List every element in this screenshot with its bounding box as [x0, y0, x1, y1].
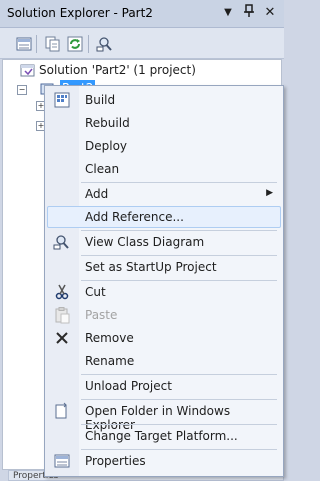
menu-label: Remove — [85, 331, 134, 345]
menu-item-properties[interactable]: Properties — [47, 450, 281, 472]
menu-label: Rename — [85, 354, 135, 368]
menu-label: Rebuild — [85, 116, 130, 130]
collapse-icon[interactable]: − — [17, 85, 27, 95]
menu-item-unload-project[interactable]: Unload Project — [47, 375, 281, 397]
menu-label: Add — [85, 187, 109, 201]
menu-item-add-reference[interactable]: Add Reference... — [47, 206, 281, 228]
menu-item-change-target-platform[interactable]: Change Target Platform... — [47, 425, 281, 447]
show-all-files-icon[interactable] — [44, 35, 62, 53]
menu-label: Properties — [85, 454, 146, 468]
menu-label: Unload Project — [85, 379, 172, 393]
close-icon[interactable]: ✕ — [261, 4, 279, 22]
menu-item-cut[interactable]: Cut — [47, 281, 281, 303]
menu-item-build[interactable]: Build — [47, 89, 281, 111]
menu-item-paste[interactable]: Paste — [47, 304, 281, 326]
menu-item-view-class-diagram[interactable]: View Class Diagram — [47, 231, 281, 253]
window-position-dropdown-icon[interactable]: ▼ — [219, 4, 237, 22]
properties-icon — [53, 452, 71, 470]
scissors-icon — [53, 283, 71, 301]
menu-item-open-folder[interactable]: Open Folder in Windows Explorer — [47, 400, 281, 432]
menu-item-set-startup[interactable]: Set as StartUp Project — [47, 256, 281, 278]
properties-icon[interactable] — [15, 35, 33, 53]
solution-explorer-toolbar — [0, 28, 284, 59]
menu-label: Cut — [85, 285, 106, 299]
auto-hide-pin-icon[interactable] — [240, 4, 258, 22]
menu-label: View Class Diagram — [85, 235, 205, 249]
build-icon — [53, 91, 71, 109]
class-diagram-icon — [53, 233, 71, 251]
project-context-menu: Build Rebuild Deploy Clean Add ▶ Add Ref… — [44, 85, 284, 477]
paste-icon — [53, 306, 71, 324]
toolbar-separator — [88, 35, 89, 53]
menu-label: Build — [85, 93, 116, 107]
view-class-diagram-icon[interactable] — [96, 35, 114, 53]
remove-x-icon — [53, 329, 71, 347]
menu-item-deploy[interactable]: Deploy — [47, 135, 281, 157]
menu-item-remove[interactable]: Remove — [47, 327, 281, 349]
open-folder-icon — [53, 402, 71, 420]
menu-item-add[interactable]: Add ▶ — [47, 183, 281, 205]
menu-label: Change Target Platform... — [85, 429, 238, 443]
solution-label: Solution 'Part2' (1 project) — [39, 63, 196, 77]
menu-label: Paste — [85, 308, 118, 322]
menu-item-clean[interactable]: Clean — [47, 158, 281, 180]
menu-item-rename[interactable]: Rename — [47, 350, 281, 372]
menu-label: Clean — [85, 162, 120, 176]
solution-icon — [20, 63, 36, 82]
window-title: Solution Explorer - Part2 — [7, 6, 153, 20]
menu-item-rebuild[interactable]: Rebuild — [47, 112, 281, 134]
submenu-arrow-icon: ▶ — [266, 188, 273, 198]
menu-label: Add Reference... — [85, 210, 184, 224]
menu-label: Deploy — [85, 139, 128, 153]
menu-label: Set as StartUp Project — [85, 260, 217, 274]
toolbar-separator — [36, 35, 37, 53]
refresh-icon[interactable] — [66, 35, 84, 53]
title-bar: Solution Explorer - Part2 ▼ ✕ — [0, 0, 284, 28]
